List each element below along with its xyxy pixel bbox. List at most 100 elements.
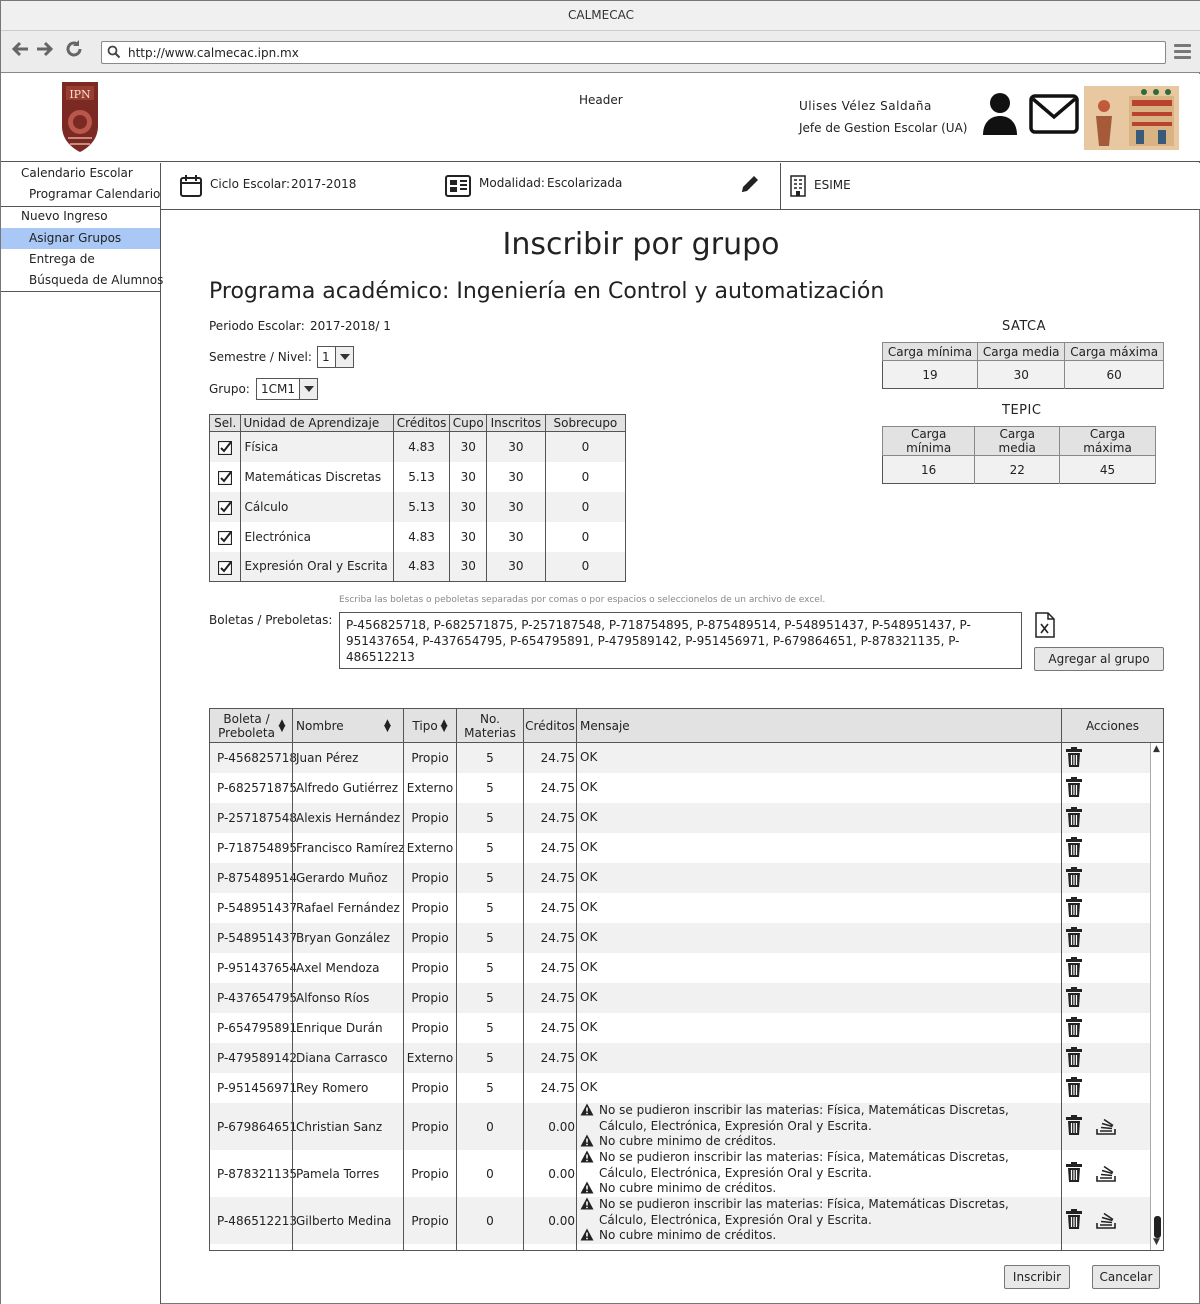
trash-icon[interactable] (1065, 776, 1083, 800)
cell-mensaje: OK (580, 893, 1060, 923)
url-text: http://www.calmecac.ipn.mx (128, 46, 299, 60)
semestre-select[interactable]: 1 (317, 346, 354, 368)
message-line: OK (580, 810, 598, 824)
sort-icon[interactable]: ▲ ▼ (279, 719, 286, 734)
course-checkbox[interactable] (209, 491, 242, 522)
forward-icon[interactable] (35, 39, 55, 65)
grupo-select[interactable]: 1CM1 (256, 378, 318, 400)
message-line: Cálculo, Electrónica, Expresión Oral y E… (599, 1165, 872, 1180)
course-checkbox[interactable] (209, 461, 242, 492)
cell-materias: 5 (486, 751, 494, 765)
course-checkbox[interactable] (209, 521, 242, 552)
user-icon[interactable] (981, 92, 1019, 139)
sort-icon[interactable]: ▲ ▼ (441, 719, 448, 734)
cell-materias: 0 (486, 1119, 494, 1134)
col-tipo[interactable]: Tipo ▲ ▼ (404, 709, 456, 743)
trash-icon[interactable] (1065, 746, 1083, 770)
cell-acciones (1064, 833, 1150, 863)
trash-icon[interactable] (1065, 926, 1083, 950)
sidebar-item-calendario-escolar[interactable]: Calendario Escolar (1, 163, 160, 184)
scroll-up-icon[interactable]: ▲ (1153, 744, 1160, 754)
mail-icon[interactable] (1029, 94, 1079, 137)
program-title: Programa académico: Ingeniería en Contro… (209, 279, 885, 304)
column-divider (456, 709, 457, 1250)
col-nombre[interactable]: Nombre ▲ ▼ (293, 709, 403, 743)
reload-icon[interactable] (64, 39, 84, 65)
trash-icon[interactable] (1065, 1115, 1083, 1138)
cell-nombre: Gilberto Medina (296, 1213, 392, 1228)
sidebar-item-nuevo-ingreso[interactable]: Nuevo Ingreso (1, 206, 160, 227)
trash-icon[interactable] (1065, 1076, 1083, 1100)
chevron-down-icon[interactable] (335, 347, 353, 367)
cell-materias: 5 (486, 871, 494, 885)
trash-icon[interactable] (1065, 836, 1083, 860)
edit-icon[interactable] (739, 173, 761, 198)
cell-creditos: 24.75 (540, 931, 575, 945)
sidebar-item-busqueda-alumnos[interactable]: Búsqueda de Alumnos (1, 270, 163, 291)
cell-boleta: P-437654795 (217, 991, 298, 1005)
sidebar-item-entrega[interactable]: Entrega de (1, 249, 160, 270)
sort-icon[interactable]: ▲ ▼ (384, 719, 391, 734)
trash-icon[interactable] (1065, 986, 1083, 1010)
scrollbar-thumb[interactable] (1154, 1216, 1161, 1238)
trash-icon[interactable] (1065, 1046, 1083, 1070)
detail-icon[interactable] (1095, 1208, 1117, 1233)
back-icon[interactable] (10, 39, 30, 65)
scroll-down-icon[interactable]: ▼ (1153, 1237, 1160, 1247)
grupo-value: 1CM1 (261, 382, 296, 396)
cell-nombre: Alfredo Gutiérrez (296, 781, 398, 795)
trash-icon[interactable] (1065, 866, 1083, 890)
column-divider (403, 709, 404, 1250)
course-sobrecupo: 0 (545, 461, 627, 492)
ciclo-value: 2017-2018 (291, 177, 357, 191)
trash-icon[interactable] (1065, 1162, 1083, 1185)
cell-tipo: Propio (411, 1119, 449, 1134)
course-row: Expresión Oral y Escrita 4.83 30 30 0 (209, 551, 627, 582)
add-to-group-button[interactable]: Agregar al grupo (1034, 647, 1164, 671)
cell-mensaje: OK (580, 983, 1060, 1013)
trash-icon[interactable] (1065, 1209, 1083, 1232)
sidebar-item-programar-calendario[interactable]: Programar Calendario (1, 184, 160, 205)
course-name: Expresión Oral y Escrita (240, 551, 394, 582)
ciclo-label: Ciclo Escolar: (210, 177, 291, 191)
cancel-button[interactable]: Cancelar (1092, 1265, 1160, 1289)
url-bar[interactable]: http://www.calmecac.ipn.mx (101, 41, 1166, 64)
course-checkbox[interactable] (209, 551, 242, 582)
table-row: P-654795891 Enrique Durán Propio 5 24.75 OK (210, 1013, 1150, 1043)
chevron-down-icon[interactable] (299, 379, 317, 399)
course-sobrecupo: 0 (545, 491, 627, 522)
calendar-icon (179, 174, 203, 201)
boletas-textarea[interactable]: P-456825718, P-682571875, P-257187548, P… (339, 612, 1022, 669)
cell-materias: 5 (486, 961, 494, 975)
cell-boleta: P-548951437 (217, 901, 298, 915)
course-creditos: 5.13 (393, 461, 451, 492)
message-line: OK (580, 1050, 598, 1064)
course-sobrecupo: 0 (545, 431, 627, 462)
table-row: P-456825718 Juan Pérez Propio 5 24.75 OK (210, 743, 1150, 773)
cell-materias: 5 (486, 1021, 494, 1035)
detail-icon[interactable] (1095, 1161, 1117, 1186)
col-cupo: Cupo (449, 414, 487, 432)
cell-acciones (1064, 803, 1150, 833)
trash-icon[interactable] (1065, 896, 1083, 920)
col-boleta[interactable]: Boleta / Preboleta ▲ ▼ (210, 709, 292, 743)
vertical-scrollbar[interactable]: ▲ ▼ (1150, 743, 1163, 1250)
sidebar-item-asignar-grupos[interactable]: Asignar Grupos (1, 228, 160, 249)
course-row: Cálculo 5.13 30 30 0 (209, 491, 627, 522)
cell-mensaje: OK (580, 773, 1060, 803)
message-line: No cubre minimo de créditos. (599, 1228, 777, 1242)
excel-file-icon[interactable] (1034, 612, 1056, 641)
course-name: Cálculo (240, 491, 394, 522)
trash-icon[interactable] (1065, 1016, 1083, 1040)
trash-icon[interactable] (1065, 806, 1083, 830)
menu-icon[interactable] (1174, 44, 1191, 62)
context-separator (780, 163, 781, 210)
trash-icon[interactable] (1065, 956, 1083, 980)
cell-acciones (1064, 1073, 1150, 1103)
cell-boleta: P-548951437 (217, 931, 298, 945)
course-checkbox[interactable] (209, 431, 242, 462)
inscribir-button[interactable]: Inscribir (1004, 1265, 1070, 1289)
cell-acciones (1064, 1103, 1150, 1150)
cell-nombre: Enrique Durán (296, 1021, 383, 1035)
detail-icon[interactable] (1095, 1114, 1117, 1139)
